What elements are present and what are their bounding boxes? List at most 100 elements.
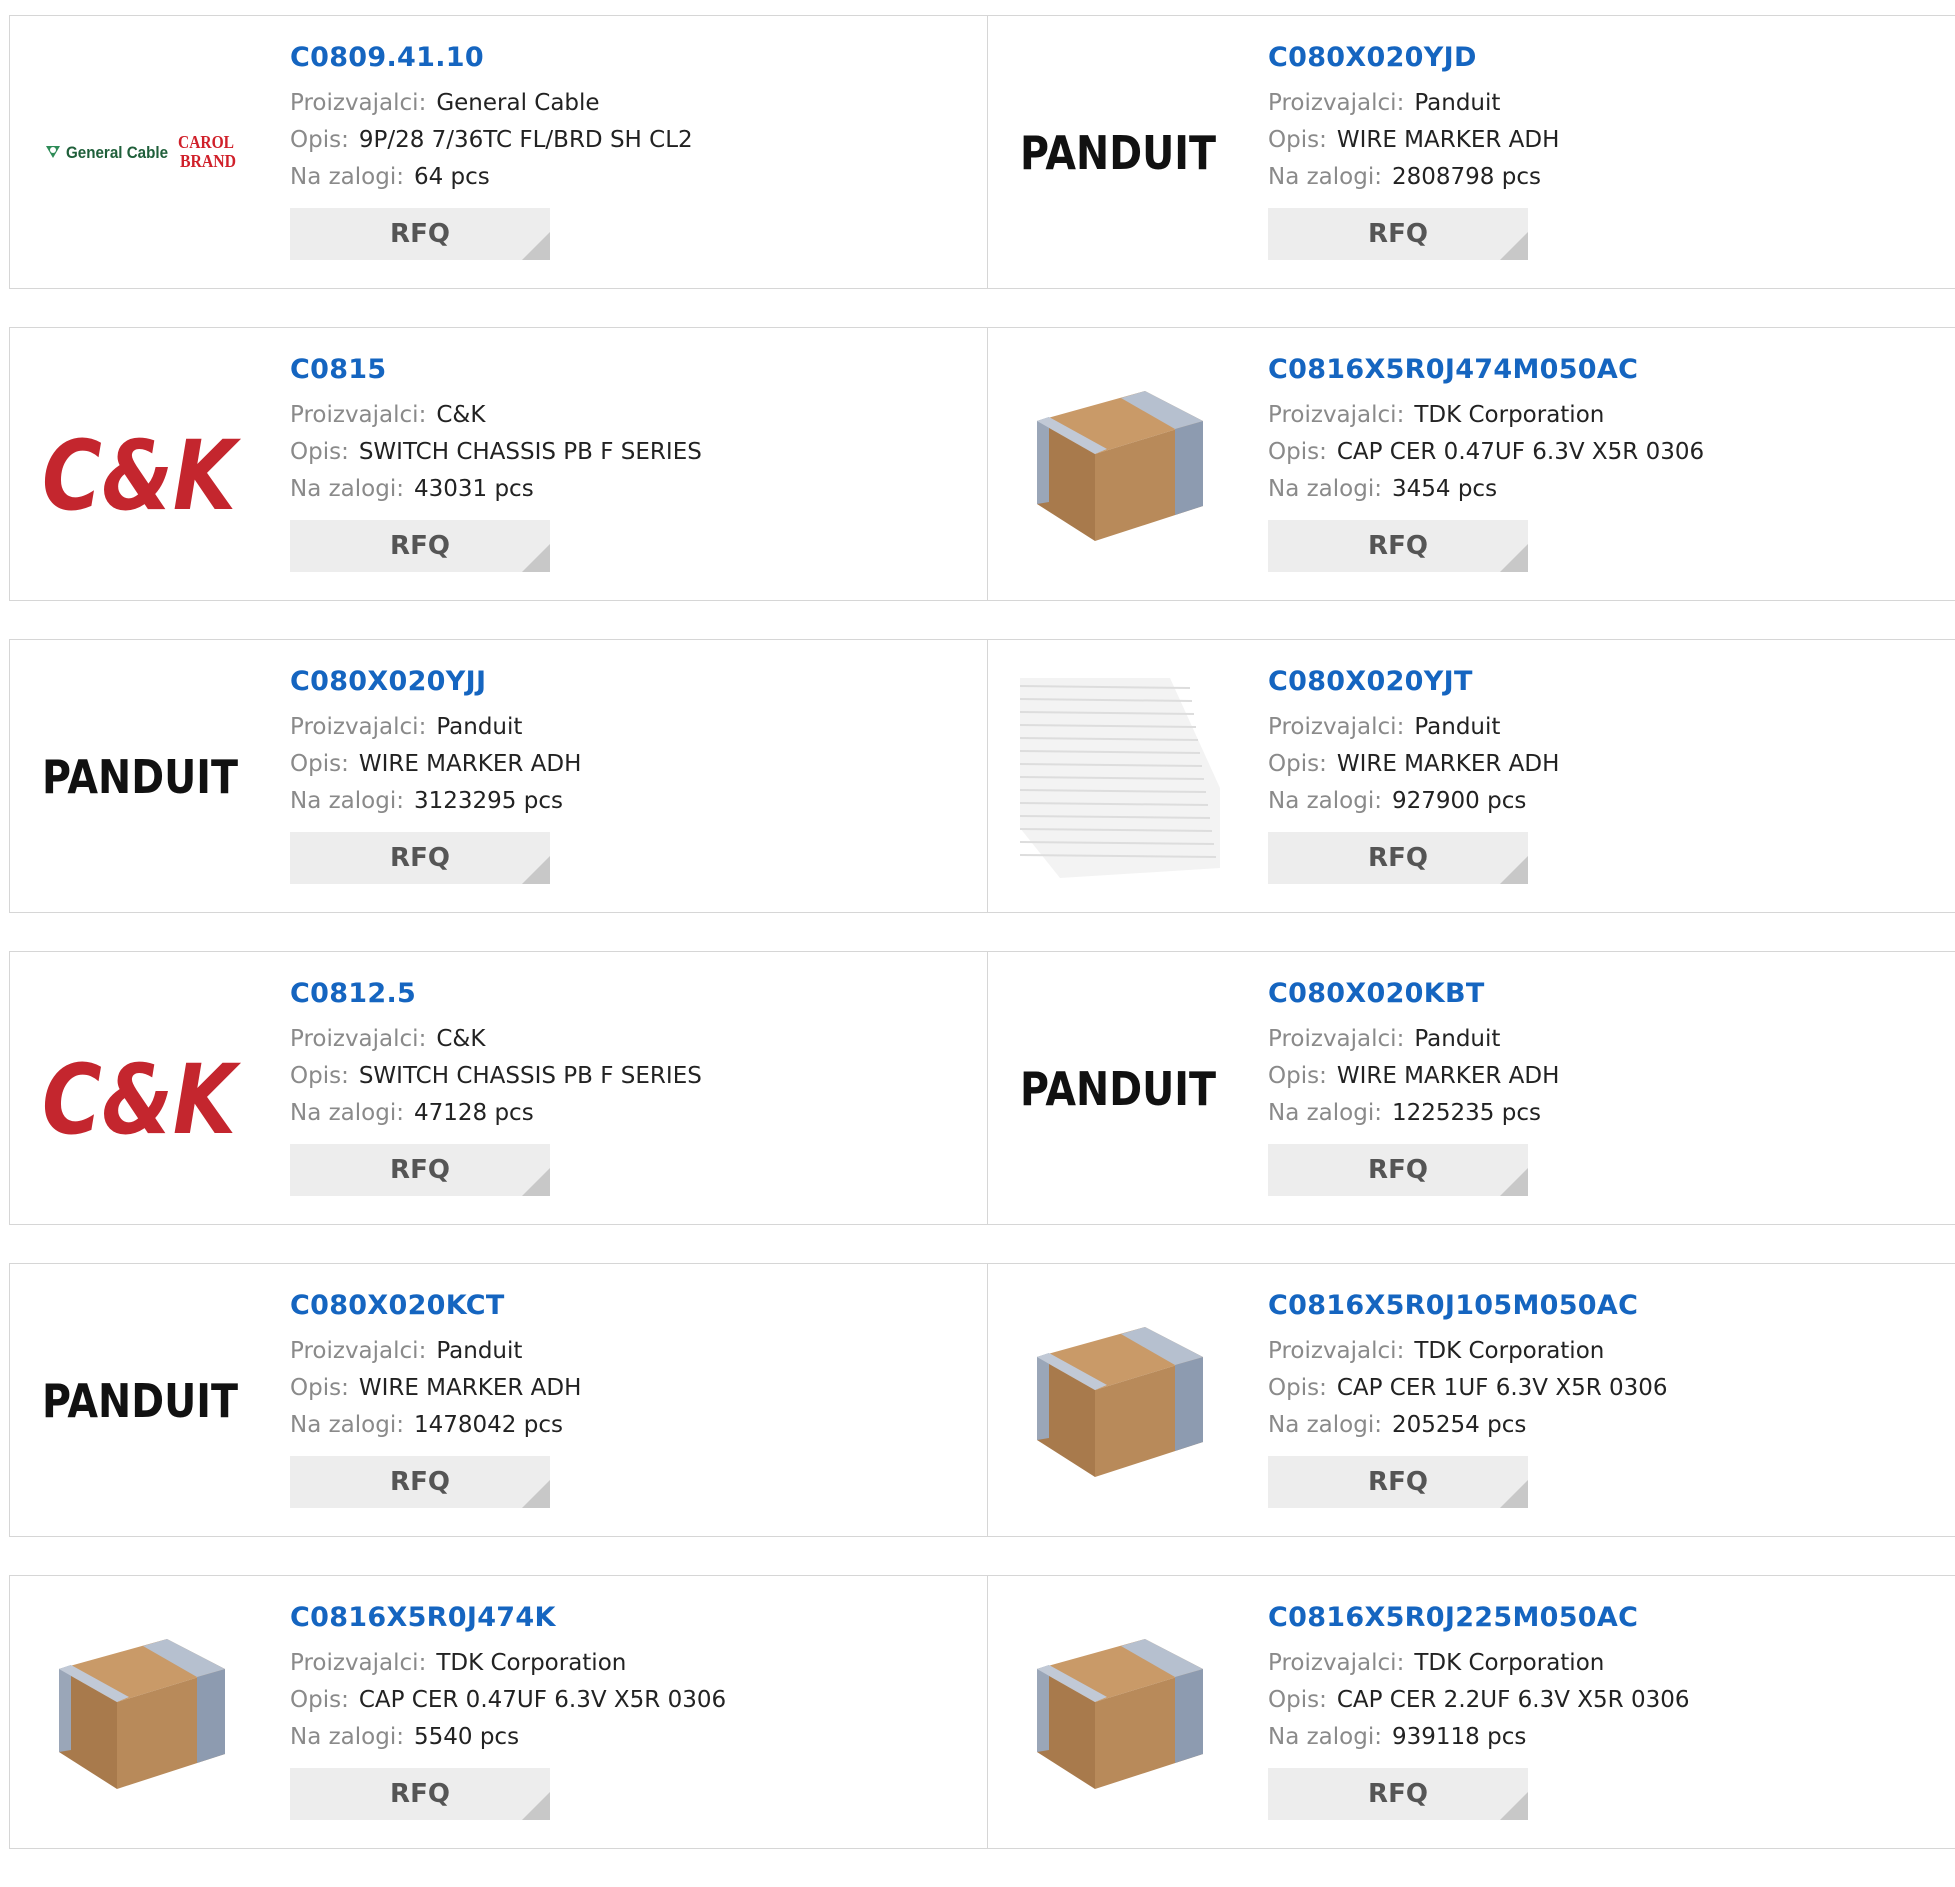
part-number-link[interactable]: C0812.5 [290,980,930,1007]
rfq-button[interactable]: RFQ [1268,1456,1528,1508]
manufacturer-value: TDK Corporation [1414,1650,1605,1676]
description-row: Opis: 9P/28 7/36TC FL/BRD SH CL2 [290,122,930,159]
stock-label: Na zalogi: [290,1100,404,1126]
rfq-button-label: RFQ [1368,1779,1428,1809]
part-number-link[interactable]: C080X020YJJ [290,668,930,695]
part-number-link[interactable]: C080X020KCT [290,1292,930,1319]
product-card: C0816X5R0J105M050AC Proizvajalci: TDK Cor… [988,1263,1955,1537]
product-card: C0816X5R0J474K Proizvajalci: TDK Corporat… [9,1575,988,1849]
description-label: Opis: [290,439,349,465]
manufacturer-row: Proizvajalci: Panduit [290,1333,930,1370]
description-label: Opis: [290,127,349,153]
part-number-link[interactable]: C0816X5R0J225M050AC [1268,1604,1908,1631]
ck-logo: C&K [42,420,242,521]
rfq-corner-decoration [1500,1792,1528,1820]
panduit-logo: PANDUIT [1020,126,1217,180]
product-card: C0816X5R0J225M050AC Proizvajalci: TDK Cor… [988,1575,1955,1849]
product-image[interactable] [1020,366,1220,566]
product-image[interactable]: PANDUIT [42,1302,242,1502]
stock-label: Na zalogi: [290,476,404,502]
product-image[interactable]: PANDUIT [1020,54,1220,254]
manufacturer-label: Proizvajalci: [290,1650,427,1676]
rfq-button[interactable]: RFQ [1268,1768,1528,1820]
carol-wordmark: CAROL [178,132,234,152]
capacitor-image [1037,1639,1203,1789]
stock-label: Na zalogi: [1268,1100,1382,1126]
product-info: C0809.41.10 Proizvajalci: General Cable O… [290,44,930,260]
panduit-logo: PANDUIT [42,1374,239,1428]
product-row: C0816X5R0J474K Proizvajalci: TDK Corporat… [9,1575,1955,1849]
description-value: SWITCH CHASSIS PB F SERIES [358,439,702,465]
part-number-link[interactable]: C080X020KBT [1268,980,1908,1007]
stock-label: Na zalogi: [290,1724,404,1750]
description-label: Opis: [1268,1687,1327,1713]
product-image[interactable] [42,1614,242,1814]
description-label: Opis: [1268,1063,1327,1089]
product-image[interactable]: PANDUIT [1020,990,1220,1190]
part-number-link[interactable]: C0816X5R0J474M050AC [1268,356,1908,383]
product-info: C0812.5 Proizvajalci: C&K Opis: SWITCH CHA… [290,980,930,1196]
product-image[interactable]: PANDUIT [42,678,242,878]
rfq-corner-decoration [522,1168,550,1196]
part-number-link[interactable]: C080X020YJT [1268,668,1908,695]
description-value: SWITCH CHASSIS PB F SERIES [358,1063,702,1089]
manufacturer-label: Proizvajalci: [1268,1026,1405,1052]
rfq-button[interactable]: RFQ [1268,832,1528,884]
description-value: CAP CER 0.47UF 6.3V X5R 0306 [1336,439,1705,465]
part-number-link[interactable]: C0816X5R0J474K [290,1604,930,1631]
product-info: C0816X5R0J105M050AC Proizvajalci: TDK Cor… [1268,1292,1908,1508]
capacitor-image [1037,391,1203,541]
stock-value: 1225235 pcs [1391,1100,1541,1126]
stock-row: Na zalogi: 64 pcs [290,159,930,196]
manufacturer-value: TDK Corporation [436,1650,627,1676]
product-info: C080X020YJJ Proizvajalci: Panduit Opis: WI… [290,668,930,884]
stock-row: Na zalogi: 927900 pcs [1268,783,1908,820]
description-row: Opis: WIRE MARKER ADH [290,746,930,783]
part-number-link[interactable]: C0816X5R0J105M050AC [1268,1292,1908,1319]
product-image[interactable]: C&K [42,366,242,566]
manufacturer-row: Proizvajalci: Panduit [1268,85,1908,122]
part-number-link[interactable]: C0809.41.10 [290,44,930,71]
product-card: PANDUIT C080X020YJD Proizvajalci: Panduit… [988,15,1955,289]
stock-label: Na zalogi: [290,788,404,814]
rfq-button[interactable]: RFQ [290,208,550,260]
stock-row: Na zalogi: 5540 pcs [290,1719,930,1756]
description-value: WIRE MARKER ADH [1336,127,1560,153]
rfq-button[interactable]: RFQ [290,832,550,884]
rfq-button[interactable]: RFQ [290,1144,550,1196]
rfq-button[interactable]: RFQ [1268,1144,1528,1196]
manufacturer-label: Proizvajalci: [290,1026,427,1052]
product-card: C&K C0812.5 Proizvajalci: C&K Opis: SWITCH… [9,951,988,1225]
rfq-button[interactable]: RFQ [1268,208,1528,260]
manufacturer-row: Proizvajalci: TDK Corporation [1268,1645,1908,1682]
stock-label: Na zalogi: [1268,476,1382,502]
description-row: Opis: SWITCH CHASSIS PB F SERIES [290,1058,930,1095]
rfq-button-label: RFQ [390,1467,450,1497]
product-image[interactable]: General Cable CAROL BRAND [42,54,242,254]
manufacturer-row: Proizvajalci: TDK Corporation [1268,1333,1908,1370]
product-image[interactable]: C&K [42,990,242,1190]
product-card: C080X020YJT Proizvajalci: Panduit Opis: WI… [988,639,1955,913]
product-info: C0815 Proizvajalci: C&K Opis: SWITCH CHASS… [290,356,930,572]
rfq-button[interactable]: RFQ [290,520,550,572]
description-label: Opis: [290,1063,349,1089]
stock-value: 2808798 pcs [1391,164,1541,190]
product-image[interactable] [1020,1614,1220,1814]
description-value: WIRE MARKER ADH [1336,751,1560,777]
rfq-button[interactable]: RFQ [290,1456,550,1508]
rfq-corner-decoration [522,1792,550,1820]
stock-value: 43031 pcs [413,476,534,502]
stock-row: Na zalogi: 3454 pcs [1268,471,1908,508]
stock-value: 5540 pcs [413,1724,520,1750]
rfq-button[interactable]: RFQ [290,1768,550,1820]
product-image[interactable] [1020,1302,1220,1502]
rfq-button-label: RFQ [1368,219,1428,249]
description-label: Opis: [290,1375,349,1401]
manufacturer-label: Proizvajalci: [290,402,427,428]
part-number-link[interactable]: C0815 [290,356,930,383]
rfq-corner-decoration [1500,1168,1528,1196]
part-number-link[interactable]: C080X020YJD [1268,44,1908,71]
stock-label: Na zalogi: [290,164,404,190]
rfq-button[interactable]: RFQ [1268,520,1528,572]
product-image[interactable] [1020,678,1220,878]
